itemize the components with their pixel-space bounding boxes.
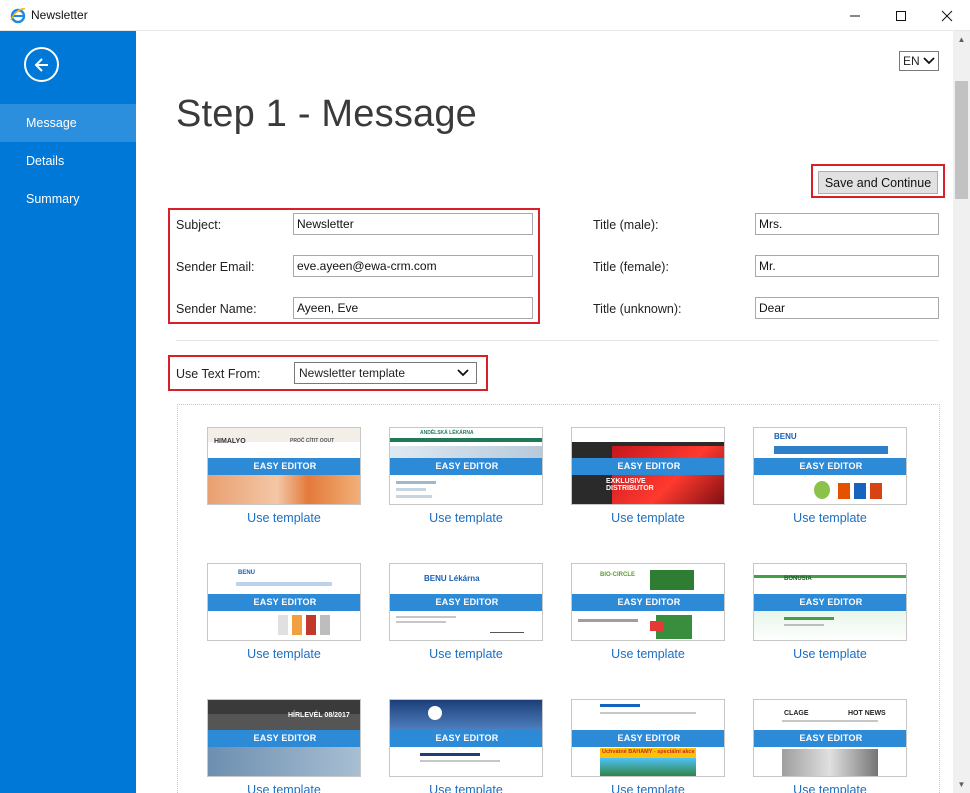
section-divider <box>176 340 939 341</box>
sidebar-item-label: Message <box>26 116 77 130</box>
language-select[interactable]: EN <box>899 51 939 71</box>
use-template-link[interactable]: Use template <box>571 511 725 525</box>
sender-name-label: Sender Name: <box>176 302 257 316</box>
arrow-left-icon <box>34 57 48 72</box>
use-template-link[interactable]: Use template <box>207 783 361 793</box>
close-button[interactable] <box>924 0 970 31</box>
use-template-link[interactable]: Use template <box>571 783 725 793</box>
template-logo: BIO-CIRCLE <box>600 572 635 578</box>
subject-field[interactable]: Newsletter <box>293 213 533 235</box>
template-logo: BENU <box>238 570 256 576</box>
sidebar-item-label: Details <box>26 154 65 168</box>
easy-editor-band: EASY EDITOR <box>208 458 360 475</box>
sidebar-item-label: Summary <box>26 192 80 206</box>
use-template-link[interactable]: Use template <box>389 511 543 525</box>
template-thumbnail[interactable]: EASY EDITOR EXKLUSIVE DISTRIBUTOR <box>571 427 725 505</box>
template-thumbnail[interactable]: HÍRLEVÉL 08/2017 EASY EDITOR <box>207 699 361 777</box>
easy-editor-band: EASY EDITOR <box>754 594 906 611</box>
easy-editor-band: EASY EDITOR <box>572 594 724 611</box>
easy-editor-band: EASY EDITOR <box>390 458 542 475</box>
template-logo: CLAGE <box>784 710 809 717</box>
sidebar-item-details[interactable]: Details <box>0 142 136 180</box>
maximize-button[interactable] <box>878 0 924 31</box>
scroll-down-button[interactable]: ▼ <box>953 776 970 793</box>
window-title: Newsletter <box>31 8 88 22</box>
title-unknown-field[interactable]: Dear <box>755 297 939 319</box>
template-text: Uchvátné BAHAMY - speciální akce <box>602 749 695 755</box>
template-logo: BENU Lékárna <box>424 574 480 583</box>
sidebar: Message Details Summary <box>0 31 136 793</box>
minimize-button[interactable] <box>832 0 878 31</box>
template-text: PROČ CÍTIT OOUT <box>290 438 335 444</box>
language-value: EN <box>903 54 920 68</box>
easy-editor-band: EASY EDITOR <box>572 730 724 747</box>
template-logo: BENU <box>774 432 797 441</box>
easy-editor-band: EASY EDITOR <box>208 594 360 611</box>
template-logo: BONUSIA <box>784 576 812 582</box>
sender-name-field[interactable]: Ayeen, Eve <box>293 297 533 319</box>
easy-editor-band: EASY EDITOR <box>754 730 906 747</box>
title-male-field[interactable]: Mrs. <box>755 213 939 235</box>
template-thumbnail[interactable]: BENU EASY EDITOR <box>753 427 907 505</box>
chevron-down-icon <box>457 369 469 377</box>
template-thumbnail[interactable]: BONUSIA EASY EDITOR <box>753 563 907 641</box>
template-text: EXKLUSIVE DISTRIBUTOR <box>606 478 654 492</box>
template-thumbnail[interactable]: HIMALYO PROČ CÍTIT OOUT EASY EDITOR <box>207 427 361 505</box>
subject-label: Subject: <box>176 218 222 232</box>
template-logo: HIMALYO <box>214 438 246 445</box>
save-and-continue-button[interactable]: Save and Continue <box>818 171 938 194</box>
use-template-link[interactable]: Use template <box>753 511 907 525</box>
template-thumbnail[interactable]: BENU Lékárna EASY EDITOR <box>389 563 543 641</box>
sender-email-field[interactable]: eve.ayeen@ewa-crm.com <box>293 255 533 277</box>
use-template-link[interactable]: Use template <box>571 647 725 661</box>
easy-editor-band: EASY EDITOR <box>208 730 360 747</box>
easy-editor-band: EASY EDITOR <box>754 458 906 475</box>
use-text-from-value: Newsletter template <box>299 366 406 380</box>
template-thumbnail[interactable]: CLAGE HOT NEWS EASY EDITOR <box>753 699 907 777</box>
title-unknown-label: Title (unknown): <box>593 302 682 316</box>
template-logo: ANDĚLSKÁ LÉKÁRNA <box>420 430 474 436</box>
chevron-down-icon <box>923 57 935 65</box>
use-template-link[interactable]: Use template <box>389 783 543 793</box>
use-template-link[interactable]: Use template <box>389 647 543 661</box>
template-text: HÍRLEVÉL 08/2017 <box>288 712 350 719</box>
easy-editor-band: EASY EDITOR <box>572 458 724 475</box>
template-thumbnail[interactable]: BIO-CIRCLE EASY EDITOR <box>571 563 725 641</box>
vertical-scrollbar[interactable]: ▲ ▼ <box>953 31 970 793</box>
easy-editor-band: EASY EDITOR <box>390 730 542 747</box>
title-female-label: Title (female): <box>593 260 669 274</box>
template-thumbnail[interactable]: EASY EDITOR <box>389 699 543 777</box>
sender-email-label: Sender Email: <box>176 260 255 274</box>
close-icon <box>941 10 953 21</box>
template-text: HOT NEWS <box>848 710 886 717</box>
internet-explorer-icon <box>10 8 26 24</box>
use-template-link[interactable]: Use template <box>753 647 907 661</box>
use-text-from-label: Use Text From: <box>176 367 261 381</box>
title-bar: Newsletter <box>0 0 970 31</box>
title-male-label: Title (male): <box>593 218 659 232</box>
scrollbar-thumb[interactable] <box>955 81 968 199</box>
sidebar-item-message[interactable]: Message <box>0 104 136 142</box>
template-gallery: HIMALYO PROČ CÍTIT OOUT EASY EDITOR Use … <box>177 404 940 793</box>
use-template-link[interactable]: Use template <box>753 783 907 793</box>
use-text-from-select[interactable]: Newsletter template <box>294 362 477 384</box>
template-thumbnail[interactable]: BENU EASY EDITOR <box>207 563 361 641</box>
easy-editor-band: EASY EDITOR <box>390 594 542 611</box>
use-template-link[interactable]: Use template <box>207 647 361 661</box>
title-female-field[interactable]: Mr. <box>755 255 939 277</box>
scroll-up-button[interactable]: ▲ <box>953 31 970 48</box>
minimize-icon <box>850 15 860 16</box>
back-button[interactable] <box>24 47 59 82</box>
sidebar-item-summary[interactable]: Summary <box>0 180 136 218</box>
page-title: Step 1 - Message <box>176 93 478 135</box>
template-thumbnail[interactable]: ANDĚLSKÁ LÉKÁRNA EASY EDITOR <box>389 427 543 505</box>
maximize-icon <box>896 10 906 21</box>
template-thumbnail[interactable]: EASY EDITOR Uchvátné BAHAMY - speciální … <box>571 699 725 777</box>
use-template-link[interactable]: Use template <box>207 511 361 525</box>
